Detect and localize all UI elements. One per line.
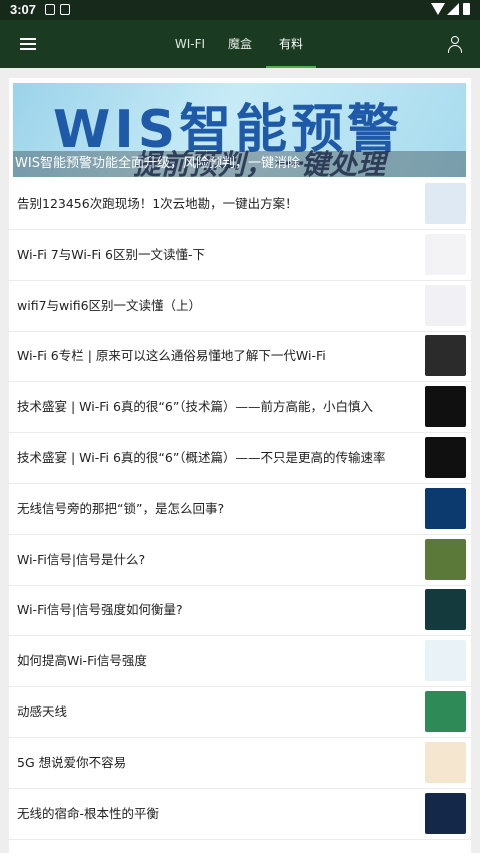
article-thumbnail (425, 691, 466, 732)
article-title: Wi-Fi信号|信号强度如何衡量? (17, 602, 183, 618)
article-title: 5G 想说爱你不容易 (17, 754, 127, 770)
tab-youliao[interactable]: 有料 (266, 20, 316, 68)
list-item[interactable]: Wi-Fi信号|信号是什么? (9, 535, 471, 586)
article-feed: WIS智能预警 提前预判，一键处理 WIS智能预警功能全面升级，风险预判，一键消… (9, 78, 471, 853)
signal-icon (447, 3, 459, 15)
list-item[interactable]: 技术盛宴 | Wi-Fi 6真的很“6”（技术篇）——前方高能，小白慎入 (9, 382, 471, 434)
list-item[interactable]: 5G 想说爱你不容易 (9, 738, 471, 789)
list-item[interactable]: 无线的宿命-根本性的平衡 (9, 789, 471, 840)
article-title: 技术盛宴 | Wi-Fi 6真的很“6”（技术篇）——前方高能，小白慎入 (17, 399, 374, 415)
article-title: 无线信号旁的那把“锁”，是怎么回事? (17, 500, 225, 516)
list-item[interactable]: Wi-Fi 7与Wi-Fi 6区别一文读懂-下 (9, 230, 471, 281)
article-thumbnail (425, 487, 466, 529)
article-thumbnail (425, 233, 466, 275)
featured-banner[interactable]: WIS智能预警 提前预判，一键处理 WIS智能预警功能全面升级，风险预判，一键消… (13, 83, 466, 177)
app-bar: WI-FI 魔盒 有料 (0, 20, 480, 68)
tab-mohe[interactable]: 魔盒 (220, 20, 260, 68)
article-title: wifi7与wifi6区别一文读懂（上） (17, 297, 202, 313)
article-thumbnail (425, 386, 466, 428)
list-item[interactable]: 无线信号旁的那把“锁”，是怎么回事? (9, 484, 471, 535)
article-thumbnail (425, 437, 466, 478)
banner-caption: WIS智能预警功能全面升级，风险预判，一键消除 (13, 151, 466, 177)
article-title: 如何提高Wi-Fi信号强度 (17, 653, 147, 669)
wifi-status-icon (431, 3, 445, 15)
notification-icon (60, 4, 70, 15)
notification-icon (45, 4, 55, 15)
user-icon[interactable] (447, 36, 463, 53)
menu-icon[interactable] (20, 38, 36, 50)
tab-wifi[interactable]: WI-FI (168, 20, 212, 68)
battery-icon (463, 3, 470, 15)
article-thumbnail (425, 589, 466, 631)
list-item[interactable]: 动感天线 (9, 687, 471, 738)
list-item[interactable]: wifi7与wifi6区别一文读懂（上） (9, 281, 471, 332)
list-item[interactable]: Wi-Fi信号|信号强度如何衡量? (9, 585, 471, 637)
article-title: 告别123456次跑现场！1次云地勘，一键出方案！ (17, 196, 298, 211)
article-thumbnail (425, 741, 466, 783)
article-thumbnail (425, 183, 466, 224)
status-bar: 3:07 (0, 0, 480, 20)
status-time: 3:07 (10, 2, 37, 17)
list-item[interactable]: Wi-Fi 6专栏 | 原来可以这么通俗易懂地了解下一代Wi-Fi (9, 331, 471, 383)
article-title: Wi-Fi 7与Wi-Fi 6区别一文读懂-下 (17, 246, 206, 262)
article-title: Wi-Fi 6专栏 | 原来可以这么通俗易懂地了解下一代Wi-Fi (17, 348, 326, 364)
list-item[interactable]: 如何提高Wi-Fi信号强度 (9, 636, 471, 688)
article-thumbnail (425, 538, 466, 580)
article-thumbnail (425, 640, 466, 682)
article-title: 动感天线 (17, 704, 68, 719)
article-title: Wi-Fi信号|信号是什么? (17, 551, 146, 567)
list-item[interactable]: 告别123456次跑现场！1次云地勘，一键出方案！ (9, 179, 471, 230)
list-item[interactable]: 技术盛宴 | Wi-Fi 6真的很“6”（概述篇）——不只是更高的传输速率 (9, 433, 471, 484)
article-thumbnail (425, 335, 466, 377)
article-thumbnail (425, 792, 466, 834)
article-title: 技术盛宴 | Wi-Fi 6真的很“6”（概述篇）——不只是更高的传输速率 (17, 450, 386, 465)
article-thumbnail (425, 284, 466, 326)
article-title: 无线的宿命-根本性的平衡 (17, 805, 160, 821)
